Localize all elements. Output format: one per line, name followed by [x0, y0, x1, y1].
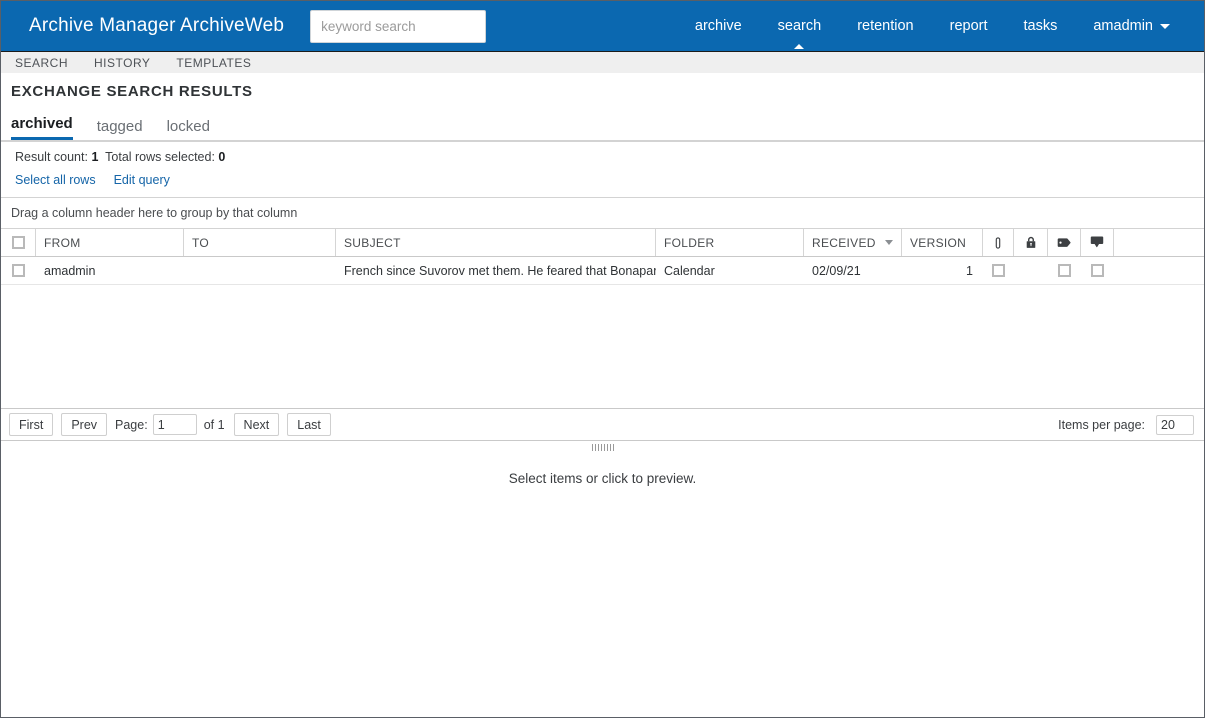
row-cell-to: [184, 257, 336, 284]
column-header-from-label: FROM: [44, 235, 81, 250]
pagination-bar: First Prev Page: of 1 Next Last Items pe…: [1, 408, 1204, 441]
page-number-input[interactable]: [152, 414, 197, 435]
note-checkbox[interactable]: [1091, 264, 1104, 277]
nav-item-archive[interactable]: archive: [677, 1, 760, 51]
row-cell-spacer: [1114, 257, 1204, 284]
column-header-subject-label: SUBJECT: [344, 235, 401, 250]
result-actions: Select all rows Edit query: [15, 173, 1204, 187]
column-header-to-label: TO: [192, 235, 210, 250]
result-tabs: archived tagged locked: [1, 100, 1204, 140]
chevron-down-icon: [1160, 23, 1170, 29]
lock-icon: [1026, 236, 1035, 248]
result-counts: Result count: 1 Total rows selected: 0: [15, 150, 1204, 164]
items-per-page-input[interactable]: [1156, 414, 1194, 435]
user-menu-label: amadmin: [1093, 18, 1153, 34]
total-selected-label: Total rows selected:: [105, 150, 215, 164]
app-brand-title: Archive Manager ArchiveWeb: [29, 15, 285, 36]
row-select-cell: [1, 257, 36, 284]
column-header-spacer: [1114, 229, 1204, 256]
column-header-note[interactable]: [1081, 229, 1114, 256]
grid-empty-space: [1, 285, 1204, 408]
preview-placeholder-text: Select items or click to preview.: [508, 471, 697, 486]
tag-icon: [1057, 238, 1071, 247]
row-cell-from: amadmin: [44, 263, 96, 278]
preview-splitter[interactable]: [1, 441, 1204, 453]
keyword-search-wrapper: [310, 9, 487, 43]
splitter-grip-icon: [591, 443, 614, 451]
result-summary-panel: Result count: 1 Total rows selected: 0 S…: [1, 141, 1204, 198]
select-all-checkbox[interactable]: [11, 236, 25, 249]
nav-item-retention[interactable]: retention: [839, 1, 931, 51]
column-header-version[interactable]: VERSION: [902, 229, 983, 256]
row-cell-tag: [1048, 257, 1081, 284]
column-header-to[interactable]: TO: [184, 229, 336, 256]
nav-item-retention-label: retention: [857, 18, 914, 34]
row-cell-note: [1081, 257, 1114, 284]
nav-item-tasks[interactable]: tasks: [1006, 1, 1076, 51]
paperclip-icon: [995, 236, 1001, 249]
total-selected-value: 0: [218, 150, 226, 164]
primary-nav: archive search retention report tasks am…: [677, 1, 1188, 51]
result-count-value: 1: [91, 150, 99, 164]
results-grid-header: FROM TO SUBJECT FOLDER RECEIVED VERSION: [1, 229, 1204, 257]
nav-item-search-label: search: [777, 18, 822, 34]
row-cell-received: 02/09/21: [812, 263, 861, 278]
column-header-locked[interactable]: [1014, 229, 1048, 256]
page-of-text: of 1: [203, 417, 225, 432]
secondary-nav: SEARCH HISTORY TEMPLATES: [1, 51, 1204, 73]
sort-descending-icon: [885, 240, 893, 245]
column-header-from[interactable]: FROM: [36, 229, 184, 256]
nav-item-report-label: report: [949, 18, 988, 34]
keyword-search-input[interactable]: [310, 9, 487, 43]
results-grid: FROM TO SUBJECT FOLDER RECEIVED VERSION: [1, 229, 1204, 408]
tag-checkbox[interactable]: [1058, 264, 1071, 277]
prev-page-button[interactable]: Prev: [61, 413, 108, 436]
nav-item-tasks-label: tasks: [1023, 18, 1058, 34]
subnav-item-templates[interactable]: TEMPLATES: [176, 56, 251, 70]
row-cell-version: 1: [966, 263, 973, 278]
column-header-tag[interactable]: [1048, 229, 1081, 256]
row-cell-locked: [1014, 257, 1048, 284]
column-header-select: [1, 229, 36, 256]
row-select-checkbox[interactable]: [12, 264, 25, 277]
table-row[interactable]: amadmin French since Suvorov met them. H…: [1, 257, 1204, 285]
nav-item-report[interactable]: report: [932, 1, 1006, 51]
tab-tagged[interactable]: tagged: [97, 118, 143, 140]
tab-locked[interactable]: locked: [167, 118, 210, 140]
row-cell-folder: Calendar: [664, 263, 715, 278]
result-count-label: Result count:: [15, 150, 88, 164]
column-header-received[interactable]: RECEIVED: [804, 229, 902, 256]
user-menu[interactable]: amadmin: [1075, 1, 1188, 51]
column-header-version-label: VERSION: [910, 235, 967, 250]
column-header-received-label: RECEIVED: [812, 235, 876, 250]
edit-query-link[interactable]: Edit query: [114, 173, 170, 187]
select-all-rows-link[interactable]: Select all rows: [15, 173, 96, 187]
column-header-folder[interactable]: FOLDER: [656, 229, 804, 256]
comment-icon: [1090, 236, 1104, 248]
tab-archived[interactable]: archived: [11, 115, 73, 140]
subnav-item-search[interactable]: SEARCH: [15, 56, 68, 70]
items-per-page-label: Items per page:: [1058, 417, 1145, 432]
page-title: EXCHANGE SEARCH RESULTS: [11, 83, 253, 100]
archive-manager-window: Archive Manager ArchiveWeb archive searc…: [0, 0, 1205, 718]
next-page-button[interactable]: Next: [233, 413, 280, 436]
first-page-button[interactable]: First: [9, 413, 54, 436]
nav-item-archive-label: archive: [694, 18, 742, 34]
column-header-attachment[interactable]: [983, 229, 1014, 256]
last-page-button[interactable]: Last: [287, 413, 331, 436]
row-cell-subject: French since Suvorov met them. He feared…: [344, 263, 656, 278]
nav-item-search[interactable]: search: [760, 1, 840, 51]
group-by-dropzone[interactable]: Drag a column header here to group by th…: [1, 198, 1204, 229]
top-header-bar: Archive Manager ArchiveWeb archive searc…: [1, 1, 1204, 51]
attachment-checkbox[interactable]: [992, 264, 1005, 277]
page-label: Page:: [115, 417, 148, 432]
preview-pane: Select items or click to preview.: [1, 453, 1204, 486]
subnav-item-history[interactable]: HISTORY: [94, 56, 150, 70]
row-cell-attachment: [983, 257, 1014, 284]
column-header-subject[interactable]: SUBJECT: [336, 229, 656, 256]
column-header-folder-label: FOLDER: [664, 235, 715, 250]
items-per-page-group: Items per page:: [1058, 414, 1194, 435]
